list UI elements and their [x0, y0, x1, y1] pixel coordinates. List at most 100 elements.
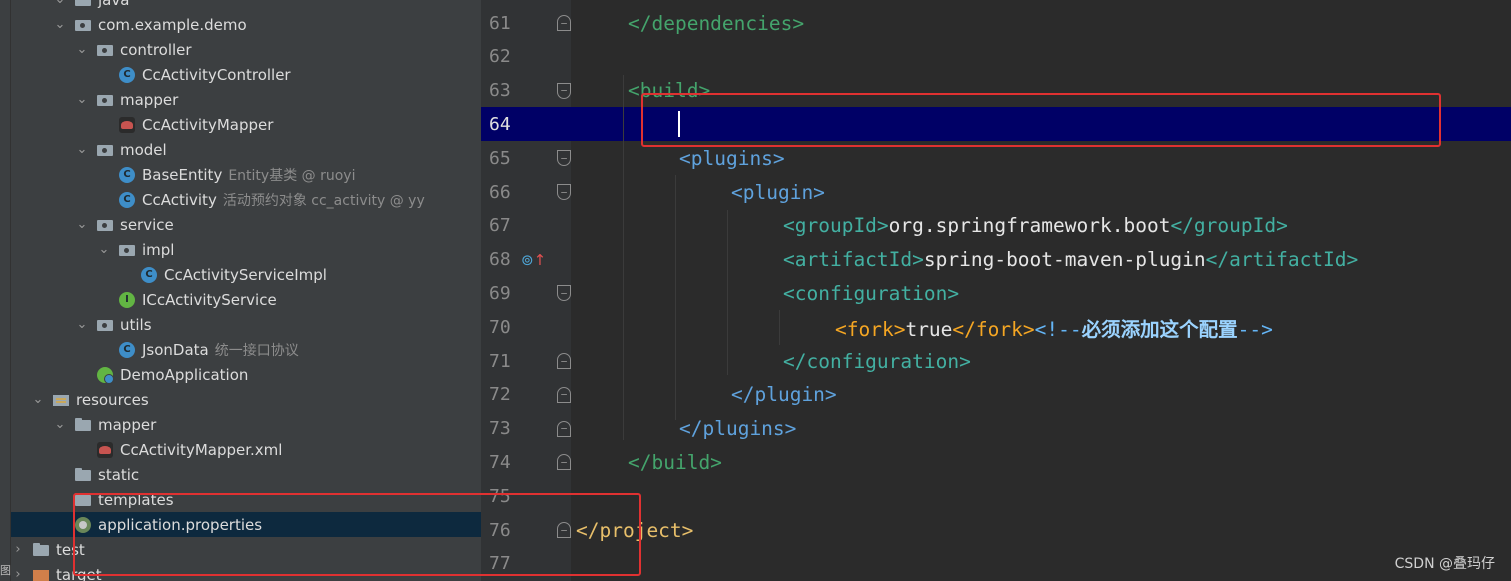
package-icon — [97, 92, 113, 108]
chevron-down-icon[interactable]: ⌄ — [75, 42, 89, 57]
package-icon — [97, 42, 113, 58]
code-line[interactable]: 68 ⊚↑ <artifactId>spring-boot-maven-plugin… — [481, 243, 1511, 277]
code-text: <plugin> — [731, 181, 825, 204]
indent-guide — [779, 310, 780, 345]
code-line[interactable]: 72 − </plugin> — [481, 378, 1511, 412]
tree-item[interactable]: ⌄ resources — [11, 387, 481, 412]
package-icon — [97, 317, 113, 333]
code-line[interactable]: 69 − <configuration> — [481, 276, 1511, 310]
tree-item[interactable]: ⌄ mapper — [11, 87, 481, 112]
chevron-down-icon[interactable]: ⌄ — [97, 242, 111, 257]
code-line[interactable]: 64 — [481, 107, 1511, 142]
watermark: CSDN @叠玛仔 — [1394, 556, 1495, 572]
chevron-down-icon[interactable]: ⌄ — [75, 92, 89, 107]
code-token: org.springframework.boot — [888, 214, 1171, 238]
tree-item[interactable]: ⌄CcActivityMapper.xml — [11, 437, 481, 462]
code-line[interactable]: 77 — [481, 547, 1511, 581]
code-token: </fork> — [952, 317, 1035, 341]
code-line[interactable]: 66 − <plugin> — [481, 175, 1511, 209]
fold-marker-icon[interactable]: − — [557, 454, 571, 471]
chevron-down-icon[interactable]: ⌄ — [75, 142, 89, 157]
code-line[interactable]: 70 <fork>true</fork><!--必须添加这个配置--> — [481, 310, 1511, 344]
code-line[interactable]: 74 − </build> — [481, 445, 1511, 479]
chevron-down-icon[interactable]: ⌄ — [53, 0, 67, 7]
code-token: --> — [1237, 317, 1273, 341]
tree-item-label: application.properties — [98, 515, 263, 534]
tree-item[interactable]: ⌄IICcActivityService — [11, 287, 481, 312]
code-editor[interactable]: 61 − </dependencies> 62 63 − <build> 64 65 − <plug… — [481, 0, 1511, 581]
tree-item[interactable]: ⌄ com.example.demo — [11, 12, 481, 37]
chevron-down-icon[interactable]: ⌄ — [31, 392, 45, 407]
tree-item[interactable]: ⌄CcActivityMapper — [11, 112, 481, 137]
tree-item-label: BaseEntity — [142, 165, 223, 184]
line-number: 62 — [489, 46, 511, 68]
tree-item[interactable]: ⌄ java — [11, 0, 481, 12]
indent-guide — [623, 75, 624, 440]
tree-item[interactable]: ⌄application.properties — [11, 512, 481, 537]
line-number: 64 — [489, 113, 511, 135]
tree-item[interactable]: ⌄ controller — [11, 37, 481, 62]
code-line[interactable]: 75 — [481, 479, 1511, 513]
line-number: 77 — [489, 553, 511, 575]
package-icon — [75, 17, 91, 33]
tree-item[interactable]: › test — [11, 537, 481, 562]
tree-item-label: JsonData — [142, 340, 209, 359]
code-line[interactable]: 65 − <plugins> — [481, 141, 1511, 175]
tree-item[interactable]: ⌄ mapper — [11, 412, 481, 437]
code-token: <fork> — [835, 317, 906, 341]
code-line[interactable]: 76 − </project> — [481, 513, 1511, 547]
tree-item[interactable]: ⌄CCcActivity活动预约对象 cc_activity @ yy — [11, 187, 481, 212]
code-token: </configuration> — [783, 349, 971, 373]
code-text: <build> — [628, 79, 710, 102]
code-line[interactable]: 63 − <build> — [481, 74, 1511, 108]
chevron-down-icon[interactable]: ⌄ — [53, 417, 67, 432]
tree-item-label: test — [56, 540, 85, 559]
code-line[interactable]: 61 − </dependencies> — [481, 6, 1511, 40]
indent-guide — [675, 175, 676, 420]
package-icon — [97, 142, 113, 158]
overrides-icon[interactable]: ⊚↑ — [521, 251, 546, 269]
line-number: 71 — [489, 350, 511, 372]
text-caret — [678, 111, 680, 138]
code-text: </configuration> — [783, 350, 971, 373]
fold-marker-icon[interactable]: − — [557, 150, 571, 167]
tree-item[interactable]: ⌄CJsonData统一接口协议 — [11, 337, 481, 362]
tree-item[interactable]: ⌄CCcActivityServiceImpl — [11, 262, 481, 287]
code-line[interactable]: 67 <groupId>org.springframework.boot</gro… — [481, 209, 1511, 243]
fold-marker-icon[interactable]: − — [557, 285, 571, 302]
chevron-down-icon[interactable]: ⌄ — [75, 317, 89, 332]
line-number: 65 — [489, 147, 511, 169]
code-line[interactable]: 62 — [481, 40, 1511, 74]
tree-item[interactable]: ⌄ model — [11, 137, 481, 162]
fold-marker-icon[interactable]: − — [557, 353, 571, 369]
chevron-down-icon[interactable]: ⌄ — [75, 217, 89, 232]
code-line[interactable]: 73 − </plugins> — [481, 412, 1511, 446]
tree-item-label: static — [98, 465, 140, 484]
tree-item[interactable]: › target — [11, 562, 481, 581]
tree-item-label: CcActivityController — [142, 65, 291, 84]
fold-marker-icon[interactable]: − — [557, 82, 571, 99]
fold-marker-icon[interactable]: − — [557, 420, 571, 437]
code-text: </plugins> — [679, 417, 796, 440]
tree-item[interactable]: ⌄DemoApplication — [11, 362, 481, 387]
tree-item[interactable]: ⌄ service — [11, 212, 481, 237]
chevron-down-icon[interactable]: ⌄ — [53, 17, 67, 32]
tree-item[interactable]: ⌄static — [11, 462, 481, 487]
code-token: <plugin> — [731, 180, 825, 204]
class-icon: C — [119, 341, 135, 358]
tree-item[interactable]: ⌄ impl — [11, 237, 481, 262]
fold-marker-icon[interactable]: − — [557, 15, 571, 31]
tree-item-label: target — [56, 565, 102, 581]
chevron-right-icon[interactable]: › — [11, 542, 25, 557]
tree-item[interactable]: ⌄CBaseEntityEntity基类 @ ruoyi — [11, 162, 481, 187]
tree-item[interactable]: ⌄templates — [11, 487, 481, 512]
tree-item[interactable]: ⌄ utils — [11, 312, 481, 337]
tree-item-label: controller — [120, 40, 192, 59]
fold-marker-icon[interactable]: − — [557, 522, 571, 538]
code-line[interactable]: 71 − </configuration> — [481, 344, 1511, 378]
fold-marker-icon[interactable]: − — [557, 184, 571, 200]
tree-item[interactable]: ⌄CCcActivityController — [11, 62, 481, 87]
tool-window-strip[interactable]: 图 — [0, 0, 11, 581]
chevron-right-icon[interactable]: › — [11, 567, 25, 581]
fold-marker-icon[interactable]: − — [557, 386, 571, 403]
